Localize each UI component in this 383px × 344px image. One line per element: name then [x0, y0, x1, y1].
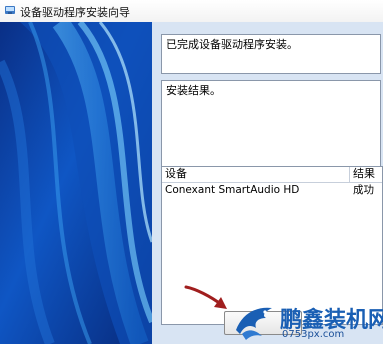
watermark: 鹏鑫装机网 0753px.com [232, 300, 383, 344]
column-header-result[interactable]: 结果 [350, 167, 382, 182]
status-message: 已完成设备驱动程序安装。 [166, 38, 298, 51]
device-name: Conexant SmartAudio HD [165, 184, 300, 196]
dragon-logo-icon [236, 307, 272, 340]
column-header-device[interactable]: 设备 [162, 167, 350, 182]
wizard-banner-graphic [0, 22, 152, 344]
result-label: 安装结果。 [166, 84, 221, 97]
wizard-banner [0, 22, 152, 344]
result-box: 安装结果。 [161, 80, 381, 176]
watermark-url: 0753px.com [282, 329, 345, 340]
installer-icon [5, 6, 15, 14]
title-bar[interactable]: 设备驱动程序安装向导 [0, 0, 383, 23]
install-result: 成功 [353, 184, 374, 196]
red-arrow-icon [184, 285, 227, 309]
table-row[interactable]: Conexant SmartAudio HD 成功 [162, 183, 382, 198]
status-message-box: 已完成设备驱动程序安装。 [161, 34, 381, 74]
wizard-content: 已完成设备驱动程序安装。 安装结果。 设备 结果 Conexant SmartA… [152, 22, 383, 344]
window-title: 设备驱动程序安装向导 [20, 6, 130, 19]
table-header: 设备 结果 [162, 167, 382, 183]
